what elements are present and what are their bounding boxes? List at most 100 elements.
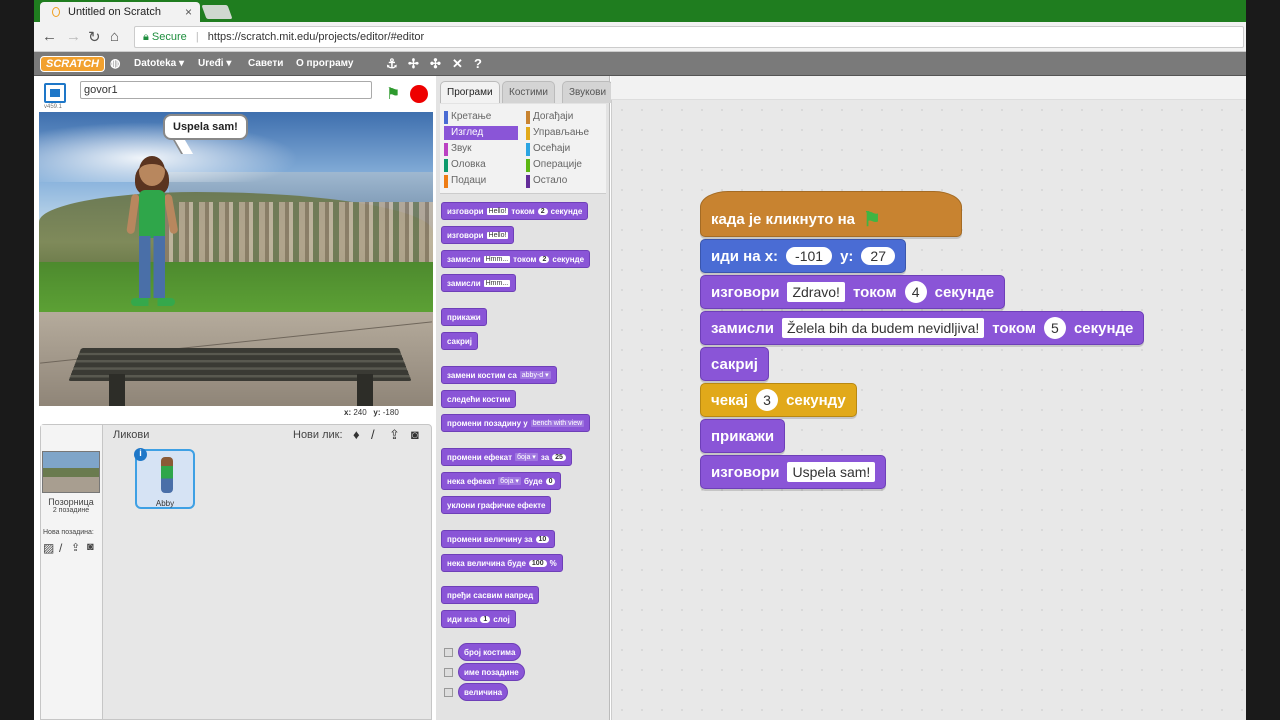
grow-icon[interactable]: ✣ <box>430 56 441 72</box>
browser-window: Untitled on Scratch × ← → ↻ ⌂ 🔒︎ Secure … <box>34 0 1246 720</box>
category-sound[interactable]: Звук <box>444 142 472 156</box>
scratch-favicon-icon <box>52 7 60 17</box>
fullscreen-icon[interactable] <box>44 83 66 103</box>
palette-block-next-costume[interactable]: следећи костим <box>441 390 517 408</box>
new-tab-button[interactable] <box>201 5 233 19</box>
menu-tips[interactable]: Савети <box>248 58 283 69</box>
stage-label: Позорница <box>48 497 94 507</box>
scripts-area-header <box>611 76 1246 100</box>
sprite-library-icon[interactable]: ♦ <box>353 427 360 442</box>
project-name-input[interactable]: govor1 <box>80 81 372 99</box>
palette-reporter-costume-number[interactable]: број костима <box>458 643 522 661</box>
script-hide[interactable]: сакриј <box>700 347 769 381</box>
scratch-menu-bar: SCRATCH ◍ Datoteka ▾ Uređi ▾ Савети О пр… <box>34 52 1246 76</box>
category-motion[interactable]: Кретање <box>444 110 491 124</box>
palette-block-go-front[interactable]: пређи сасвим напред <box>441 586 540 604</box>
url-field[interactable]: 🔒︎ Secure | https://scratch.mit.edu/proj… <box>134 26 1244 48</box>
category-looks[interactable]: Изглед <box>444 126 518 140</box>
version-label: v459.1 <box>44 104 63 110</box>
upload-icon[interactable]: ⇪ <box>71 541 80 554</box>
new-sprite-label: Нови лик: <box>293 429 343 441</box>
palette-reporter-backdrop-name[interactable]: име позадине <box>458 663 525 681</box>
palette-block-say-for[interactable]: изговори Hello! током 2 секунде <box>441 202 589 220</box>
backdrops-count: 2 позадине <box>52 507 90 514</box>
palette-block-show[interactable]: прикажи <box>441 308 487 326</box>
palette-block-switch-backdrop[interactable]: промени позадину у bench with view <box>441 414 591 432</box>
palette-block-switch-costume[interactable]: замени костим са abby-d ▾ <box>441 366 557 384</box>
tab-scripts[interactable]: Програми <box>440 81 500 103</box>
stage-canvas[interactable]: Uspela sam! <box>39 112 433 406</box>
palette-block-set-effect[interactable]: нека ефекат боја ▾ буде 0 <box>441 472 562 490</box>
sprite-thumbnail-abby[interactable]: i Abby <box>134 448 195 509</box>
speech-bubble: Uspela sam! <box>163 114 248 140</box>
url-text: https://scratch.mit.edu/projects/editor/… <box>207 31 425 43</box>
palette-block-go-back[interactable]: иди иза 1 слој <box>441 610 516 628</box>
tab-sounds[interactable]: Звукови <box>562 81 614 103</box>
stop-icon[interactable] <box>410 85 428 103</box>
script-go-to-xy[interactable]: иди на x: -101 y: 27 <box>700 239 906 273</box>
palette-reporter-size[interactable]: величина <box>458 683 509 701</box>
camera-icon[interactable]: ◙ <box>87 541 94 553</box>
script-say[interactable]: изговори Uspela sam! <box>700 455 887 489</box>
forward-arrow-icon[interactable]: → <box>66 28 81 45</box>
delete-scissors-icon[interactable]: ✢ <box>408 56 419 72</box>
shrink-icon[interactable]: ✕ <box>452 56 463 72</box>
category-operators[interactable]: Операције <box>526 158 582 172</box>
menu-file[interactable]: Datoteka ▾ <box>134 58 184 69</box>
palette-block-clear-effects[interactable]: уклони графичке ефекте <box>441 496 552 514</box>
home-icon[interactable]: ⌂ <box>110 28 119 45</box>
reload-icon[interactable]: ↻ <box>88 28 101 46</box>
checkbox-backdrop-name[interactable] <box>444 668 453 677</box>
green-flag-icon[interactable]: ⚑ <box>386 84 406 104</box>
scratch-logo[interactable]: SCRATCH <box>40 56 105 72</box>
mouse-coordinates: x: 240 y: -180 <box>344 408 399 417</box>
backdrop-library-icon[interactable]: ▨ <box>43 541 54 555</box>
upload-sprite-icon[interactable]: ⇪ <box>389 427 400 443</box>
info-icon[interactable]: i <box>134 448 147 461</box>
script-when-flag-clicked[interactable]: када је кликнуто на ⚑ <box>700 191 962 237</box>
category-more[interactable]: Остало <box>526 174 567 188</box>
back-arrow-icon[interactable]: ← <box>42 28 57 45</box>
script-think-for-secs[interactable]: замисли Želela bih da budem nevidljiva! то… <box>700 311 1145 345</box>
globe-icon[interactable]: ◍ <box>110 56 120 70</box>
camera-sprite-icon[interactable]: ◙ <box>411 427 419 442</box>
sprite-name: Abby <box>155 499 175 508</box>
palette-block-think-for[interactable]: замисли Hmm... током 2 секунде <box>441 250 591 268</box>
category-data[interactable]: Подаци <box>444 174 486 188</box>
category-sensing[interactable]: Осећаји <box>526 142 570 156</box>
category-list: Кретање Изглед Звук Оловка Подаци Догађа… <box>440 104 606 194</box>
tab-costumes[interactable]: Костими <box>502 81 556 103</box>
stage-column: Позорница 2 позадине Нова позадина: ▨ / … <box>41 425 103 719</box>
sprites-panel: Позорница 2 позадине Нова позадина: ▨ / … <box>40 424 432 720</box>
duplicate-stamp-icon[interactable]: ⚓︎ <box>386 56 398 72</box>
stage-thumbnail[interactable] <box>42 451 100 493</box>
palette-block-hide[interactable]: сакриј <box>441 332 479 350</box>
sprites-title: Ликови <box>113 429 150 441</box>
browser-tab[interactable]: Untitled on Scratch × <box>40 2 200 22</box>
paint-brush-icon[interactable]: / <box>59 541 62 555</box>
block-palette: Програми Костими Звукови Кретање Изглед … <box>436 76 614 720</box>
paint-sprite-icon[interactable]: / <box>371 427 375 442</box>
secure-label: Secure <box>151 31 187 43</box>
menu-about[interactable]: О програму <box>296 58 353 69</box>
palette-block-change-size[interactable]: промени величину за 10 <box>441 530 556 548</box>
help-icon[interactable]: ? <box>474 56 482 71</box>
category-events[interactable]: Догађаји <box>526 110 573 124</box>
script-say-for-secs[interactable]: изговори Zdravo! током 4 секунде <box>700 275 1006 309</box>
tab-close-icon[interactable]: × <box>185 5 192 19</box>
checkbox-costume-number[interactable] <box>444 648 453 657</box>
palette-block-set-size[interactable]: нека величина буде 100% <box>441 554 563 572</box>
stage-header: v459.1 govor1 ⚑ <box>40 80 432 110</box>
checkbox-size[interactable] <box>444 688 453 697</box>
menu-edit[interactable]: Uređi ▾ <box>198 58 231 69</box>
palette-block-change-effect[interactable]: промени ефекат боја ▾ за 25 <box>441 448 572 466</box>
script-show[interactable]: прикажи <box>700 419 786 453</box>
green-flag-icon: ⚑ <box>862 208 881 231</box>
category-pen[interactable]: Оловка <box>444 158 486 172</box>
script-wait-secs[interactable]: чекај 3 секунду <box>700 383 857 417</box>
tab-strip: Untitled on Scratch × <box>34 0 1246 22</box>
new-backdrop-label: Нова позадина: <box>43 529 94 536</box>
category-control[interactable]: Управљање <box>526 126 589 140</box>
palette-block-think[interactable]: замисли Hmm... <box>441 274 517 292</box>
palette-block-say[interactable]: изговори Hello! <box>441 226 515 244</box>
